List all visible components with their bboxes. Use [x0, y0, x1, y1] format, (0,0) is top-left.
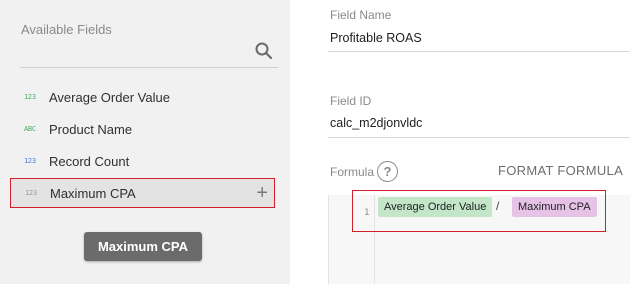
field-label: Product Name: [49, 121, 133, 137]
help-icon[interactable]: ?: [377, 161, 398, 182]
add-field-icon[interactable]: +: [256, 182, 268, 204]
field-item-maximum-cpa[interactable]: 123 Maximum CPA +: [10, 178, 275, 208]
number-type-icon: 123: [24, 157, 36, 165]
field-name-input[interactable]: Profitable ROAS: [330, 31, 422, 45]
field-id-value: calc_m2djonvldc: [330, 116, 423, 130]
text-type-icon: ABC: [24, 125, 36, 133]
formula-highlight-box: [352, 190, 606, 232]
field-name-underline: [328, 51, 630, 52]
field-name-label: Field Name: [330, 8, 392, 22]
available-fields-panel: Available Fields 123 Average Order Value…: [0, 0, 290, 284]
field-id-underline: [328, 137, 630, 138]
field-label: Average Order Value: [49, 89, 170, 105]
field-label: Record Count: [49, 153, 130, 169]
search-divider: [20, 67, 278, 68]
format-formula-button[interactable]: FORMAT FORMULA: [498, 163, 623, 178]
field-id-label: Field ID: [330, 94, 372, 108]
number-type-icon: 123: [24, 93, 36, 101]
formula-label: Formula: [330, 165, 375, 179]
field-label: Maximum CPA: [50, 185, 136, 201]
field-item-record-count[interactable]: 123 Record Count: [10, 146, 275, 176]
field-item-product-name[interactable]: ABC Product Name: [10, 114, 275, 144]
available-fields-title: Available Fields: [21, 22, 112, 37]
number-type-icon: 123: [25, 189, 37, 197]
dragged-field-chip[interactable]: Maximum CPA: [84, 232, 202, 261]
search-icon[interactable]: [254, 41, 274, 61]
field-item-average-order-value[interactable]: 123 Average Order Value: [10, 82, 275, 112]
